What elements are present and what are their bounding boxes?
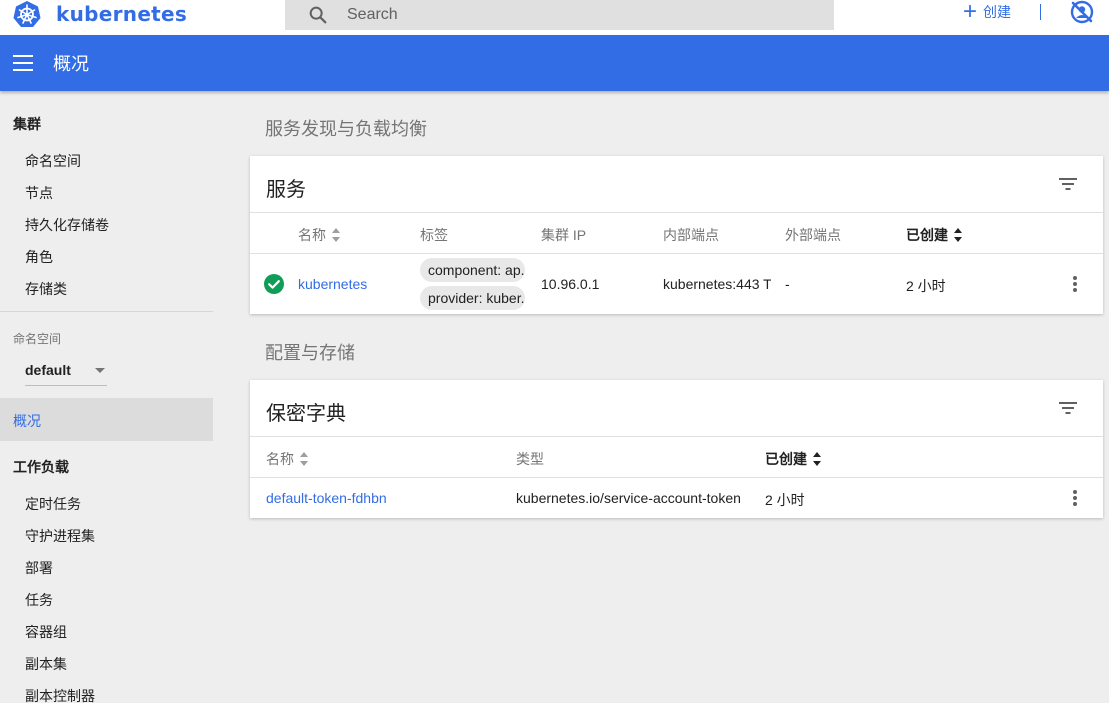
page-title: 概况 (53, 54, 89, 74)
sidebar-item-namespaces[interactable]: 命名空间 (25, 151, 81, 171)
hamburger-menu-icon[interactable] (13, 55, 33, 71)
cluster-ip-value: 10.96.0.1 (541, 276, 600, 292)
sidebar-item-deployments[interactable]: 部署 (25, 558, 53, 578)
search-bar[interactable] (285, 0, 834, 30)
sidebar-item-nodes[interactable]: 节点 (25, 183, 53, 203)
kubernetes-logo[interactable]: kubernetes (12, 0, 187, 28)
section-title-config: 配置与存储 (265, 343, 355, 363)
column-header-created[interactable]: 已创建 (765, 449, 822, 469)
plus-icon: + (963, 0, 978, 25)
column-header-created[interactable]: 已创建 (906, 225, 963, 245)
sidebar-item-storage-classes[interactable]: 存储类 (25, 279, 67, 299)
sort-icon[interactable] (813, 452, 822, 466)
header-divider (250, 212, 1103, 213)
secrets-card: 保密字典 名称 类型 已创建 default-token-fdhbn kuber… (250, 380, 1103, 518)
row-divider (250, 477, 1103, 478)
label-chip: provider: kuber... (420, 286, 525, 310)
search-icon[interactable] (307, 4, 329, 26)
dropdown-caret-icon (95, 368, 105, 373)
label-chip: component: ap... (420, 258, 525, 282)
sidebar-item-overview[interactable]: 概况 (0, 398, 213, 441)
sort-icon[interactable] (954, 228, 963, 242)
services-card-title: 服务 (266, 179, 306, 201)
column-header-name[interactable]: 名称 (298, 225, 341, 245)
created-value: 2 小时 (765, 492, 805, 508)
filter-icon[interactable] (1059, 402, 1077, 414)
column-header-external-endpoints: 外部端点 (785, 227, 841, 243)
sidebar-heading-workloads: 工作负载 (13, 459, 69, 475)
create-button[interactable]: + 创建 (963, 0, 1011, 24)
internal-endpoint-value: kubernetes:443 TCP (663, 276, 771, 292)
sidebar-item-cronjobs[interactable]: 定时任务 (25, 494, 81, 514)
row-divider (250, 253, 1103, 254)
sidebar-divider (0, 311, 213, 312)
sidebar-heading-cluster: 集群 (13, 116, 41, 132)
column-header-type: 类型 (516, 451, 544, 467)
secrets-card-title: 保密字典 (266, 403, 346, 425)
namespace-select[interactable]: default (25, 356, 107, 386)
sidebar-item-jobs[interactable]: 任务 (25, 590, 53, 610)
more-actions-icon[interactable] (1073, 490, 1077, 506)
header-divider (250, 436, 1103, 437)
column-header-cluster-ip: 集群 IP (541, 227, 587, 243)
sidebar-item-replication-controllers[interactable]: 副本控制器 (25, 686, 95, 703)
column-header-internal-endpoints: 内部端点 (663, 227, 719, 243)
filter-icon[interactable] (1059, 178, 1077, 190)
sidebar-item-pods[interactable]: 容器组 (25, 622, 67, 642)
secret-type-value: kubernetes.io/service-account-token (516, 490, 741, 506)
create-button-label: 创建 (983, 4, 1012, 20)
sidebar-item-replicasets[interactable]: 副本集 (25, 654, 67, 674)
created-value: 2 小时 (906, 278, 946, 294)
search-input[interactable] (347, 6, 767, 24)
namespace-label: 命名空间 (13, 332, 62, 346)
sidebar-item-roles[interactable]: 角色 (25, 247, 53, 267)
toolbar-divider (1040, 4, 1041, 20)
section-title-discovery: 服务发现与负载均衡 (265, 119, 427, 139)
sort-icon[interactable] (300, 452, 309, 466)
secret-name-link[interactable]: default-token-fdhbn (266, 490, 387, 506)
more-actions-icon[interactable] (1073, 276, 1077, 292)
services-card: 服务 名称 标签 集群 IP 内部端点 外部端点 已创建 kubernetes … (250, 156, 1103, 314)
service-name-link[interactable]: kubernetes (298, 276, 367, 292)
page-header: 概况 (0, 35, 1109, 91)
top-bar: kubernetes + 创建 (0, 0, 1109, 35)
sort-icon[interactable] (332, 228, 341, 242)
sidebar-item-daemonsets[interactable]: 守护进程集 (25, 526, 95, 546)
external-endpoint-value: - (785, 276, 790, 292)
user-hidden-icon[interactable] (1069, 0, 1095, 24)
check-circle-icon (264, 274, 284, 294)
app-name: kubernetes (56, 2, 188, 26)
sidebar: 集群 命名空间 节点 持久化存储卷 角色 存储类 命名空间 default 概况… (0, 91, 213, 703)
column-header-labels: 标签 (420, 227, 448, 243)
kubernetes-wheel-icon (13, 1, 41, 27)
column-header-name[interactable]: 名称 (266, 449, 309, 469)
sidebar-item-overview-label: 概况 (13, 413, 41, 429)
namespace-value: default (25, 362, 71, 378)
sidebar-item-persistent-volumes[interactable]: 持久化存储卷 (25, 215, 109, 235)
